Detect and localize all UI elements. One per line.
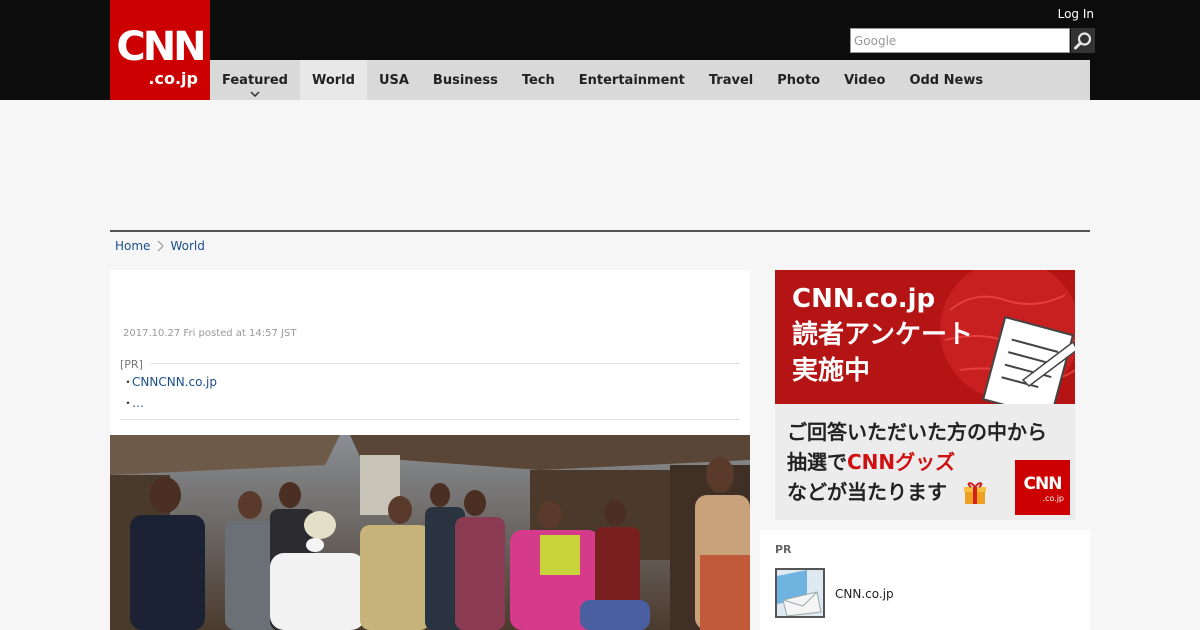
pr-link[interactable]: CNNCNN.co.jp (132, 374, 217, 395)
banner-text-line3: などが当たります (787, 480, 947, 504)
article-header: 2017.10.27 Fri posted at 14:57 JST [PR] … (110, 270, 750, 435)
search-input[interactable] (851, 29, 1069, 52)
banner-title-line2: 読者アンケート (792, 320, 973, 350)
logo-sub-text: .co.jp (148, 69, 198, 88)
pr-box-link[interactable]: CNN.co.jp (835, 587, 894, 601)
site-header: CNN .co.jp Log In Featured World USA Bus… (0, 0, 1200, 100)
banner-logo-main: CNN (1023, 474, 1063, 494)
banner-text-line1: ご回答いただいた方の中から (787, 420, 1047, 444)
banner-title-line3: 実施中 (792, 356, 871, 386)
nav-label: Featured (222, 72, 288, 88)
article-photo (110, 435, 750, 630)
pr-divider-top (150, 363, 740, 364)
banner-logo-sub: .co.jp (1042, 494, 1064, 503)
breadcrumb-home[interactable]: Home (115, 239, 150, 253)
pr-thumbnail[interactable] (775, 568, 825, 618)
sidebar-pr-box: PR CNN.co.jp (760, 530, 1090, 630)
ad-divider (110, 230, 1090, 232)
pr-link[interactable]: … (132, 395, 144, 416)
nav-item-business[interactable]: Business (421, 60, 510, 100)
pr-label: [PR] (120, 358, 143, 371)
nav-item-odd-news[interactable]: Odd News (897, 60, 995, 100)
chevron-down-icon (250, 91, 260, 97)
banner-title-line1: CNN.co.jp (792, 284, 936, 314)
article-timestamp: 2017.10.27 Fri posted at 14:57 JST (123, 328, 297, 339)
mail-icon (777, 570, 823, 616)
nav-item-entertainment[interactable]: Entertainment (567, 60, 697, 100)
chevron-right-icon (158, 240, 165, 252)
banner-bottom: ご回答いただいた方の中から 抽選でCNNグッズ などが当たります CNN .co… (775, 404, 1075, 520)
logo-main-text: CNN (116, 24, 206, 70)
nav-item-featured[interactable]: Featured (210, 60, 300, 100)
market-scene-image (110, 435, 750, 630)
breadcrumb: Home World (115, 237, 205, 255)
nav-item-tech[interactable]: Tech (510, 60, 567, 100)
nav-item-usa[interactable]: USA (367, 60, 421, 100)
banner-top: CNN.co.jp 読者アンケート 実施中 (775, 270, 1075, 404)
banner-text-line2: 抽選でCNNグッズ (787, 449, 955, 475)
cnn-logo[interactable]: CNN .co.jp (110, 0, 210, 100)
pr-box-label: PR (775, 543, 792, 556)
bullet: ・ (122, 396, 135, 410)
pr-divider-bottom (120, 419, 740, 420)
banner-cnn-logo: CNN .co.jp (1015, 460, 1070, 515)
survey-banner[interactable]: CNN.co.jp 読者アンケート 実施中 ご回答いただいた方の中から 抽選でC… (775, 270, 1075, 520)
bullet: ・ (122, 375, 135, 389)
nav-item-world[interactable]: World (299, 60, 367, 100)
banner-text-prefix: 抽選で (787, 450, 847, 474)
banner-text-highlight: CNNグッズ (847, 450, 956, 474)
search-icon (1074, 31, 1092, 49)
breadcrumb-world[interactable]: World (170, 239, 204, 253)
nav-item-travel[interactable]: Travel (697, 60, 765, 100)
pr-link-list: ・ CNNCNN.co.jp ・ … (122, 374, 217, 416)
login-link[interactable]: Log In (1058, 6, 1094, 22)
nav-item-video[interactable]: Video (832, 60, 897, 100)
search-box (850, 28, 1070, 53)
list-item: ・ … (122, 395, 217, 416)
gift-icon (964, 482, 986, 504)
main-nav: Featured World USA Business Tech Enterta… (210, 60, 1090, 100)
list-item: ・ CNNCNN.co.jp (122, 374, 217, 395)
search-button[interactable] (1071, 28, 1095, 53)
nav-item-photo[interactable]: Photo (765, 60, 832, 100)
